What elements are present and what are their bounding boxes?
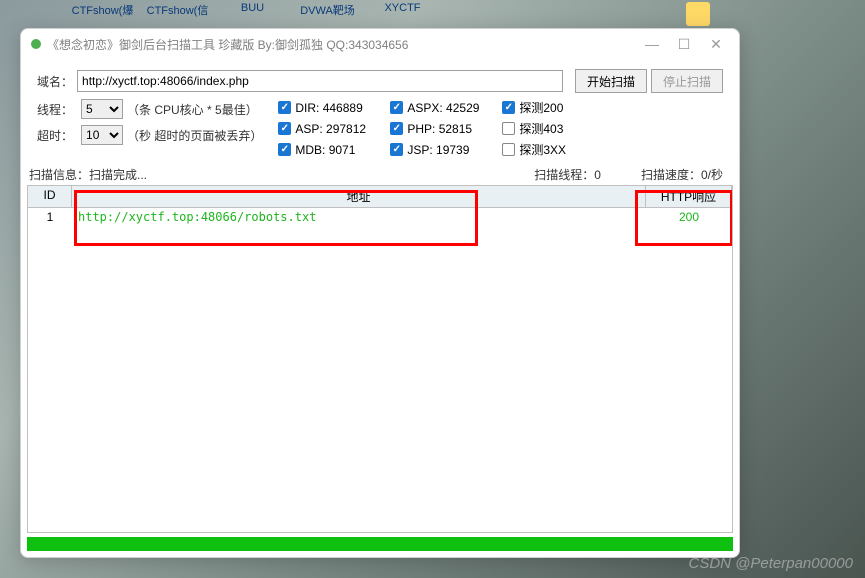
- checkbox-php[interactable]: [390, 122, 403, 135]
- timeout-hint: （秒 超时的页面被丢弃）: [127, 127, 262, 144]
- checkbox-asp[interactable]: [278, 122, 291, 135]
- url-label: 域名：: [37, 73, 73, 90]
- threads-select[interactable]: 5: [81, 99, 123, 119]
- progress-bar: [27, 537, 733, 551]
- timeout-label: 超时：: [37, 127, 73, 144]
- status-bar: 扫描信息：扫描完成... 扫描线程：0 扫描速度：0/秒: [21, 164, 739, 185]
- window-controls: — ☐ ✕: [645, 37, 723, 51]
- checkbox-dir[interactable]: [278, 101, 291, 114]
- timeout-select[interactable]: 10: [81, 125, 123, 145]
- start-scan-button[interactable]: 开始扫描: [575, 69, 647, 93]
- checkbox-3xx[interactable]: [502, 143, 515, 156]
- threads-hint: （条 CPU核心 * 5最佳）: [127, 101, 258, 118]
- scan-threads: 扫描线程：0: [534, 166, 601, 183]
- results-table: ID 地址 HTTP响应 1 http://xyctf.top:48066/ro…: [27, 185, 733, 533]
- col-http[interactable]: HTTP响应: [646, 186, 732, 207]
- config-panel: 域名： 开始扫描 停止扫描 线程： 5 （条 CPU核心 * 5最佳） 超时： …: [21, 59, 739, 164]
- desktop-shortcut[interactable]: CTFshow(爆: [70, 2, 135, 18]
- threads-label: 线程：: [37, 101, 73, 118]
- url-input[interactable]: [77, 70, 563, 92]
- scanner-window: 《想念初恋》御剑后台扫描工具 珍藏版 By:御剑孤独 QQ:343034656 …: [20, 28, 740, 558]
- desktop-shortcut[interactable]: XYCTF: [370, 2, 435, 18]
- scan-info: 扫描信息：扫描完成...: [29, 166, 534, 183]
- desktop-shortcut[interactable]: CTFshow(信: [145, 2, 210, 18]
- minimize-button[interactable]: —: [645, 37, 659, 51]
- table-header: ID 地址 HTTP响应: [28, 186, 732, 208]
- col-id[interactable]: ID: [28, 186, 72, 207]
- checkbox-mdb[interactable]: [278, 143, 291, 156]
- desktop-icons: CTFshow(爆 CTFshow(信 BUU DVWA靶场 XYCTF: [0, 0, 865, 20]
- checkbox-403[interactable]: [502, 122, 515, 135]
- app-icon: [686, 2, 710, 26]
- checkbox-200[interactable]: [502, 101, 515, 114]
- desktop-shortcut[interactable]: BUU: [220, 2, 285, 18]
- table-body: 1 http://xyctf.top:48066/robots.txt 200: [28, 208, 732, 532]
- checkbox-jsp[interactable]: [390, 143, 403, 156]
- desktop-shortcut[interactable]: DVWA靶场: [295, 2, 360, 18]
- col-url[interactable]: 地址: [72, 186, 646, 207]
- table-row[interactable]: 1 http://xyctf.top:48066/robots.txt 200: [28, 208, 732, 226]
- titlebar[interactable]: 《想念初恋》御剑后台扫描工具 珍藏版 By:御剑孤独 QQ:343034656 …: [21, 29, 739, 59]
- result-status: 200: [646, 208, 732, 226]
- scan-speed: 扫描速度：0/秒: [641, 166, 723, 183]
- close-button[interactable]: ✕: [709, 37, 723, 51]
- result-url: http://xyctf.top:48066/robots.txt: [72, 208, 646, 226]
- stop-scan-button[interactable]: 停止扫描: [651, 69, 723, 93]
- app-icon: [31, 39, 41, 49]
- window-title: 《想念初恋》御剑后台扫描工具 珍藏版 By:御剑孤独 QQ:343034656: [47, 36, 645, 53]
- checkbox-aspx[interactable]: [390, 101, 403, 114]
- maximize-button[interactable]: ☐: [677, 37, 691, 51]
